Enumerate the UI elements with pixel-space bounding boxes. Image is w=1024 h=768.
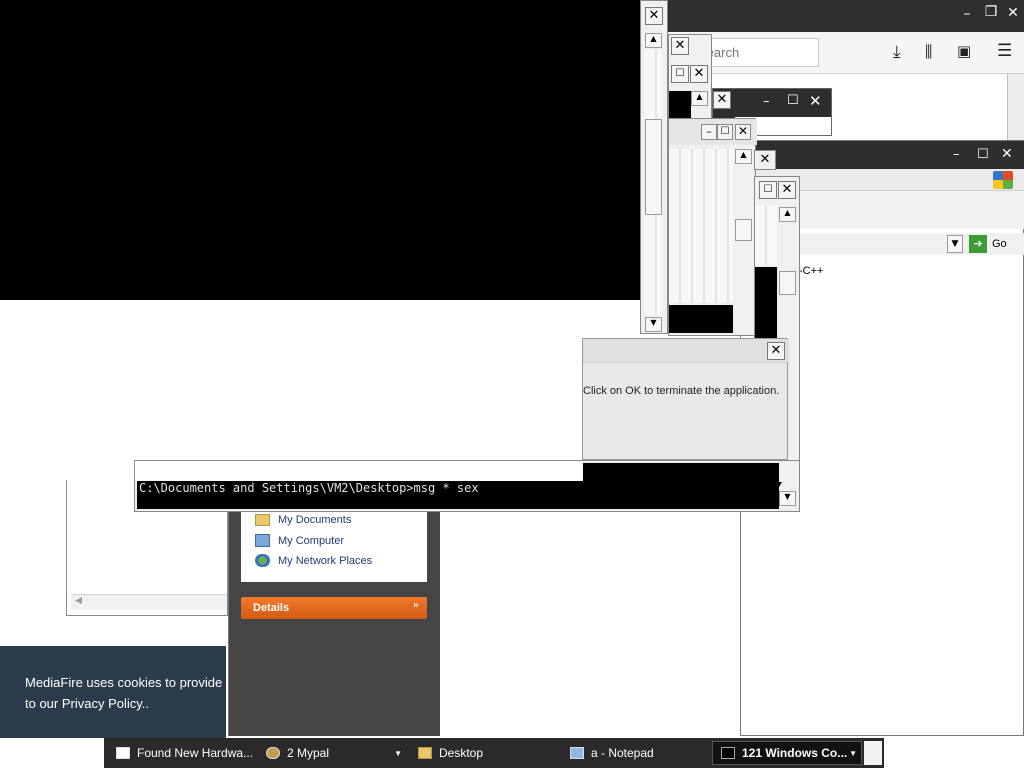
go-arrow-icon[interactable]: ➔	[969, 235, 987, 253]
address-dropdown-button[interactable]: ▼	[947, 235, 963, 253]
scroll-up-arrow[interactable]: ▲	[645, 33, 662, 48]
scroll-thumb[interactable]	[645, 119, 662, 215]
console-body-striped	[755, 205, 777, 265]
ie-minimize-button[interactable]: –	[953, 147, 969, 162]
mypal-icon	[266, 747, 280, 759]
dialog-close-button[interactable]: ✕	[767, 342, 785, 360]
window-icon	[116, 747, 130, 759]
download-icon[interactable]: ⤓	[893, 42, 901, 62]
folder-icon	[255, 514, 270, 526]
close-icon[interactable]: ✕	[778, 181, 796, 199]
scroll-up-arrow[interactable]: ▲	[735, 149, 752, 164]
chevron-down-icon: »	[412, 600, 419, 611]
mouse-cursor-icon	[775, 482, 782, 494]
console-window: C:\Documents and Settings\VM2\Desktop>ms…	[134, 460, 800, 512]
sidebar-item-label: My Documents	[278, 514, 352, 526]
browser-close-button[interactable]: ✕	[1003, 5, 1023, 21]
scroll-down-arrow[interactable]: ▼	[645, 317, 662, 332]
console-icon	[721, 747, 735, 759]
scroll-thumb[interactable]	[779, 271, 796, 295]
taskbar-item-found-new-hardware[interactable]: Found New Hardwa...	[108, 741, 254, 765]
library-icon[interactable]: ⫼	[925, 42, 932, 62]
details-panel-header[interactable]: Details »	[241, 597, 427, 619]
ie-page-text: -C++	[799, 265, 824, 277]
taskbar-item-label: Desktop	[439, 746, 484, 760]
console-stack-4: – ☐ ✕ ▲	[668, 118, 757, 336]
error-dialog: ✕ Click on OK to terminate the applicati…	[582, 338, 789, 460]
chevron-down-icon: ▼	[394, 748, 402, 758]
close-icon[interactable]: ✕	[809, 92, 825, 110]
sidebar-icon[interactable]: ▣	[957, 42, 971, 60]
console-white-gap	[135, 461, 583, 481]
console-body-striped	[669, 149, 733, 303]
maximize-icon[interactable]: ☐	[671, 65, 689, 83]
close-icon[interactable]: ✕	[735, 124, 751, 140]
taskbar-item-notepad[interactable]: a - Notepad	[562, 741, 708, 765]
maximize-icon[interactable]: ☐	[787, 93, 803, 108]
close-icon[interactable]: ✕	[671, 37, 689, 55]
minimize-icon[interactable]: –	[701, 124, 717, 140]
sidebar-item-label: My Computer	[278, 534, 345, 547]
white-window-overlay	[0, 300, 582, 480]
taskbar-item-mypal[interactable]: 2 Mypal ▼	[258, 741, 406, 765]
details-label: Details	[253, 602, 290, 614]
taskbar-item-label: Found New Hardwa...	[137, 746, 254, 760]
ie-close-button[interactable]: ✕	[1001, 146, 1017, 162]
close-icon[interactable]: ✕	[645, 7, 663, 25]
console-black-area	[669, 91, 691, 121]
console-black-area	[755, 267, 777, 339]
white-window-bottom-strip	[582, 300, 602, 338]
network-icon	[255, 554, 270, 567]
minimize-icon[interactable]: –	[763, 94, 777, 109]
sidebar-item-my-documents[interactable]: My Documents	[255, 514, 351, 526]
console-black-screen	[0, 0, 640, 300]
dialog-message: Click on OK to terminate the application…	[583, 385, 780, 397]
console-stack-5: ✕	[754, 150, 776, 170]
close-icon[interactable]: ✕	[690, 65, 708, 83]
browser-restore-button[interactable]: ❐	[981, 4, 1001, 20]
maximize-icon[interactable]: ☐	[759, 181, 777, 199]
maximize-icon[interactable]: ☐	[717, 124, 733, 140]
console-stack-1: ✕ ▲ ▼	[640, 0, 668, 334]
menu-icon[interactable]: ☰	[997, 41, 1012, 61]
privacy-policy-link[interactable]: to our Privacy Policy..	[25, 696, 149, 711]
sidebar-item-my-network-places[interactable]: My Network Places	[255, 554, 372, 567]
close-icon[interactable]: ✕	[756, 151, 774, 169]
scroll-up-arrow[interactable]: ▲	[691, 91, 708, 106]
taskbar-item-label: 121 Windows Co...	[742, 746, 848, 760]
taskbar-item-label: 2 Mypal	[287, 746, 330, 760]
ie-maximize-button[interactable]: ☐	[977, 147, 993, 162]
close-icon[interactable]: ✕	[713, 91, 731, 109]
dialog-titlebar	[583, 339, 789, 363]
places-panel: My Documents My Computer My Network Plac…	[241, 508, 427, 582]
taskbar-right-gap	[864, 741, 882, 765]
cookie-banner: MediaFire uses cookies to provide to our…	[0, 646, 226, 738]
taskbar-item-desktop[interactable]: Desktop	[410, 741, 558, 765]
scroll-left-arrow[interactable]: ◀	[75, 596, 82, 606]
taskbar-item-label: a - Notepad	[591, 746, 654, 760]
sidebar-item-label: My Network Places	[278, 554, 373, 567]
explorer-window: My Documents My Computer My Network Plac…	[228, 508, 440, 736]
scroll-up-arrow[interactable]: ▲	[779, 207, 796, 222]
taskbar-item-windows-console[interactable]: 121 Windows Co... ▼	[712, 741, 862, 765]
folder-icon	[418, 747, 432, 759]
browser-minimize-button[interactable]: –	[957, 6, 977, 22]
console-black-strip	[669, 305, 733, 333]
go-button-label[interactable]: Go	[992, 238, 1007, 250]
notepad-icon	[570, 747, 584, 759]
console-command-line[interactable]: C:\Documents and Settings\VM2\Desktop>ms…	[139, 481, 479, 495]
cookie-text-line1: MediaFire uses cookies to provide	[25, 675, 223, 690]
chevron-down-icon: ▼	[849, 748, 857, 758]
sidebar-item-my-computer[interactable]: My Computer	[255, 534, 344, 547]
browser-scrollbar[interactable]	[1007, 74, 1024, 140]
horizontal-scrollbar[interactable]: ◀	[71, 594, 227, 610]
scroll-thumb[interactable]	[735, 219, 752, 241]
computer-icon	[255, 534, 270, 547]
windows-flag-icon	[993, 171, 1013, 189]
